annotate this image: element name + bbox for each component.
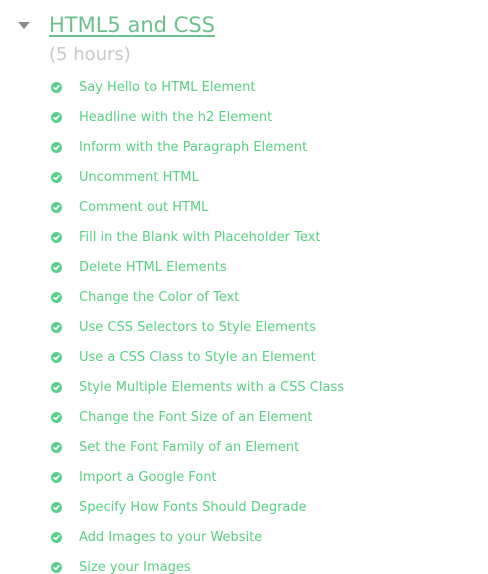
check-circle-icon [51,472,62,483]
check-circle-icon [51,562,62,573]
lesson-item[interactable]: Delete HTML Elements [0,253,488,283]
lesson-title[interactable]: Fill in the Blank with Placeholder Text [79,229,320,247]
check-circle-icon [51,82,62,93]
section-title[interactable]: HTML5 and CSS [49,11,215,39]
lesson-item[interactable]: Uncomment HTML [0,163,488,193]
check-circle-icon [51,322,62,333]
check-circle-icon [51,142,62,153]
check-circle-icon [51,172,62,183]
lesson-item[interactable]: Use a CSS Class to Style an Element [0,343,488,373]
section-header[interactable]: HTML5 and CSS [0,0,488,44]
lesson-title[interactable]: Change the Font Size of an Element [79,409,312,427]
lesson-title[interactable]: Size your Images [79,559,191,574]
lesson-title[interactable]: Specify How Fonts Should Degrade [79,499,307,517]
lesson-item[interactable]: Set the Font Family of an Element [0,433,488,463]
lesson-item[interactable]: Add Images to your Website [0,523,488,553]
lesson-title[interactable]: Uncomment HTML [79,169,199,187]
check-circle-icon [51,442,62,453]
lesson-title[interactable]: Comment out HTML [79,199,208,217]
lesson-item[interactable]: Change the Font Size of an Element [0,403,488,433]
lesson-title[interactable]: Headline with the h2 Element [79,109,272,127]
check-circle-icon [51,412,62,423]
check-circle-icon [51,112,62,123]
lesson-title[interactable]: Set the Font Family of an Element [79,439,299,457]
lesson-title[interactable]: Import a Google Font [79,469,217,487]
lesson-item[interactable]: Fill in the Blank with Placeholder Text [0,223,488,253]
lesson-title[interactable]: Style Multiple Elements with a CSS Class [79,379,344,397]
check-circle-icon [51,292,62,303]
check-circle-icon [51,532,62,543]
caret-down-icon[interactable] [18,22,30,29]
lesson-item[interactable]: Style Multiple Elements with a CSS Class [0,373,488,403]
check-circle-icon [51,262,62,273]
lesson-title[interactable]: Delete HTML Elements [79,259,227,277]
lesson-item[interactable]: Change the Color of Text [0,283,488,313]
lesson-item[interactable]: Specify How Fonts Should Degrade [0,493,488,523]
lesson-item[interactable]: Inform with the Paragraph Element [0,133,488,163]
check-circle-icon [51,502,62,513]
check-circle-icon [51,352,62,363]
curriculum-page: HTML5 and CSS (5 hours) Say Hello to HTM… [0,0,488,574]
lesson-title[interactable]: Use a CSS Class to Style an Element [79,349,316,367]
lesson-list: Say Hello to HTML Element Headline with … [0,73,488,574]
lesson-item[interactable]: Use CSS Selectors to Style Elements [0,313,488,343]
lesson-title[interactable]: Add Images to your Website [79,529,262,547]
lesson-item[interactable]: Comment out HTML [0,193,488,223]
lesson-item[interactable]: Say Hello to HTML Element [0,73,488,103]
lesson-item[interactable]: Headline with the h2 Element [0,103,488,133]
section-duration: (5 hours) [49,44,131,65]
lesson-title[interactable]: Say Hello to HTML Element [79,79,255,97]
lesson-item[interactable]: Import a Google Font [0,463,488,493]
lesson-title[interactable]: Change the Color of Text [79,289,239,307]
check-circle-icon [51,382,62,393]
lesson-item[interactable]: Size your Images [0,553,488,574]
lesson-title[interactable]: Inform with the Paragraph Element [79,139,307,157]
lesson-title[interactable]: Use CSS Selectors to Style Elements [79,319,316,337]
check-circle-icon [51,202,62,213]
check-circle-icon [51,232,62,243]
